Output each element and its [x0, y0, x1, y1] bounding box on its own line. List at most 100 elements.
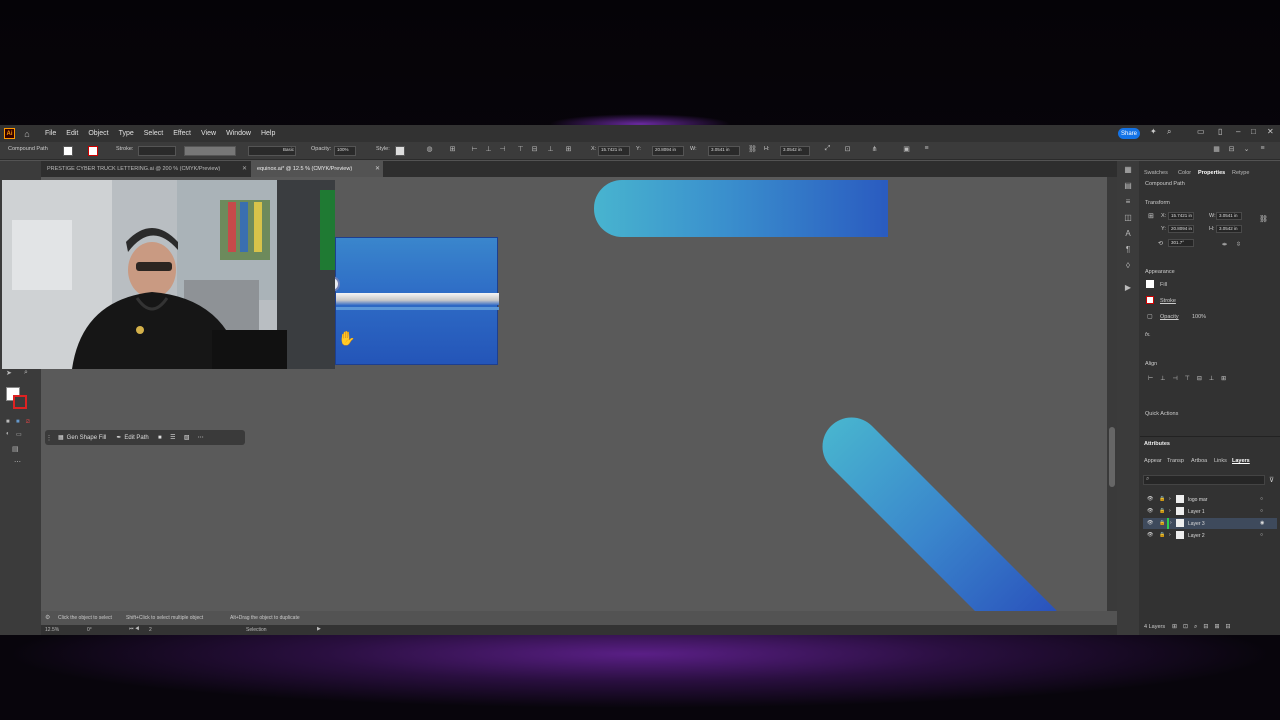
- tab-artboards[interactable]: Artboa: [1191, 458, 1207, 464]
- chevron-down-icon[interactable]: ⌄: [1242, 145, 1251, 154]
- visibility-eye-icon[interactable]: 👁: [1147, 532, 1153, 538]
- w-field[interactable]: 3.0541 in: [708, 146, 740, 156]
- actions-icon[interactable]: ▶: [1123, 283, 1133, 293]
- flip-horizontal-icon[interactable]: ⇹: [1222, 241, 1227, 248]
- close-icon[interactable]: ✕: [1267, 127, 1274, 136]
- layer-row[interactable]: 👁 🔒 › Layer 2 ○: [1143, 530, 1277, 541]
- tab-layers[interactable]: Layers: [1232, 458, 1250, 464]
- layer-name[interactable]: Layer 2: [1188, 533, 1205, 539]
- selection-tool-icon[interactable]: ➤: [6, 369, 12, 377]
- stroke-swatch[interactable]: [88, 146, 98, 156]
- visibility-eye-icon[interactable]: 👁: [1147, 496, 1153, 502]
- draw-mode-icon[interactable]: ◐: [6, 431, 10, 437]
- reference-point-icon[interactable]: ⊞: [1148, 212, 1154, 220]
- more-options-icon[interactable]: ⋯: [194, 434, 208, 441]
- menu-view[interactable]: View: [196, 130, 221, 137]
- vertical-scrollbar[interactable]: [1107, 177, 1117, 611]
- transform-icon[interactable]: ⤢: [823, 145, 832, 154]
- lock-icon[interactable]: 🔒: [1159, 496, 1165, 502]
- chevron-right-icon[interactable]: ›: [1169, 508, 1171, 514]
- zoom-tool-icon[interactable]: ⌕: [24, 369, 28, 377]
- menu-type[interactable]: Type: [114, 130, 139, 137]
- align-top-icon[interactable]: ⊤: [516, 145, 525, 154]
- layer-name[interactable]: logo mar: [1188, 497, 1207, 503]
- link-icon[interactable]: ⛓: [1259, 215, 1268, 223]
- artboard-number[interactable]: 2: [149, 627, 152, 633]
- y-field[interactable]: 20.8094 in: [652, 146, 684, 156]
- search-icon[interactable]: ⌕: [1167, 127, 1171, 137]
- align-bottom-icon[interactable]: ⊥: [546, 145, 555, 154]
- target-icon[interactable]: ◉: [1260, 520, 1264, 526]
- tab-prestige-cyber-truck[interactable]: PRESTIGE CYBER TRUCK LETTERING.ai @ 200 …: [41, 161, 241, 177]
- stroke-label[interactable]: Stroke: [1160, 298, 1176, 304]
- isolate-icon[interactable]: ⊡: [843, 145, 852, 154]
- control-menu-icon[interactable]: ≡: [922, 145, 931, 154]
- tab-transparency[interactable]: Transp: [1167, 458, 1184, 464]
- image-trace-icon[interactable]: ▣: [902, 145, 911, 154]
- visibility-eye-icon[interactable]: 👁: [1147, 520, 1153, 526]
- constrain-link-icon[interactable]: ⛓: [748, 145, 757, 154]
- arrange-icon[interactable]: ▭: [1197, 127, 1205, 136]
- target-icon[interactable]: ○: [1260, 496, 1263, 502]
- fill-swatch-icon[interactable]: ■: [154, 435, 166, 441]
- align-right-icon[interactable]: ⊣: [498, 145, 507, 154]
- brushes-icon[interactable]: ≡: [1123, 197, 1133, 207]
- share-button[interactable]: Share: [1118, 128, 1140, 139]
- target-icon[interactable]: ○: [1260, 508, 1263, 514]
- gradient-mode-icon[interactable]: ■: [16, 419, 20, 425]
- gradient-stripe-top[interactable]: [594, 180, 888, 237]
- h-field[interactable]: 3.0542 in: [1216, 225, 1242, 233]
- lock-icon[interactable]: 🔒: [1159, 520, 1165, 526]
- w-field[interactable]: 3.0541 in: [1216, 212, 1242, 220]
- gradient-panel[interactable]: ✋: [324, 237, 499, 365]
- tab-appearance[interactable]: Appear: [1144, 458, 1162, 464]
- close-tab-icon[interactable]: ✕: [242, 165, 247, 172]
- rotate-field[interactable]: 301.7°: [1168, 239, 1194, 247]
- more-tools-icon[interactable]: ⋯: [14, 458, 21, 466]
- align-center-icon[interactable]: ⊥: [484, 145, 493, 154]
- visibility-eye-icon[interactable]: 👁: [1147, 508, 1153, 514]
- lightbulb-icon[interactable]: ✦: [1150, 127, 1157, 136]
- opacity-label[interactable]: Opacity: [1160, 314, 1179, 320]
- arrange-docs-icon[interactable]: ⊟: [1227, 145, 1236, 154]
- maximize-icon[interactable]: □: [1251, 127, 1256, 136]
- flip-vertical-icon[interactable]: ⇳: [1236, 241, 1241, 248]
- drag-handle-icon[interactable]: ⋮: [45, 434, 53, 442]
- menu-select[interactable]: Select: [139, 130, 168, 137]
- workspace-icon[interactable]: ▦: [1212, 145, 1221, 154]
- character-icon[interactable]: A: [1123, 229, 1133, 239]
- forward-icon[interactable]: ▶: [317, 626, 321, 632]
- layer-row[interactable]: 👁 🔒 › Layer 3 ◉: [1143, 518, 1277, 529]
- tab-links[interactable]: Links: [1214, 458, 1227, 464]
- layer-row[interactable]: 👁 🔒 › logo mar ○: [1143, 494, 1277, 505]
- variable-width-dropdown[interactable]: [184, 146, 236, 156]
- chevron-right-icon[interactable]: ›: [1169, 532, 1171, 538]
- none-mode-icon[interactable]: ⧄: [26, 419, 30, 426]
- x-field[interactable]: 15.7421 in: [598, 146, 630, 156]
- align-middle-icon[interactable]: ⊟: [530, 145, 539, 154]
- menu-object[interactable]: Object: [83, 130, 113, 137]
- y-field[interactable]: 20.8094 in: [1168, 225, 1194, 233]
- align-to-icon[interactable]: ⊞: [448, 145, 457, 154]
- panel-menu-icon[interactable]: ≡: [1258, 145, 1267, 154]
- layer-name[interactable]: Layer 1: [1188, 509, 1205, 515]
- menu-edit[interactable]: Edit: [61, 130, 83, 137]
- home-icon[interactable]: ⌂: [20, 129, 34, 139]
- align-icon[interactable]: ☰: [166, 434, 180, 441]
- stroke-swatch[interactable]: [1146, 296, 1154, 304]
- opacity-value[interactable]: 100%: [1192, 314, 1206, 320]
- edit-path-button[interactable]: ✒ Edit Path: [111, 434, 153, 442]
- fx-label[interactable]: fx.: [1145, 332, 1151, 338]
- menu-window[interactable]: Window: [221, 130, 256, 137]
- layer-name[interactable]: Layer 3: [1188, 521, 1205, 527]
- tab-properties[interactable]: Properties: [1198, 170, 1225, 176]
- graphic-style-swatch[interactable]: [395, 146, 405, 156]
- opacity-field[interactable]: 100%: [334, 146, 356, 156]
- menu-file[interactable]: File: [40, 130, 61, 137]
- menu-effect[interactable]: Effect: [168, 130, 196, 137]
- chevron-right-icon[interactable]: ›: [1170, 520, 1172, 526]
- layer-actions-icon[interactable]: ⊞⊡⌕⊟⊞⊟: [1172, 623, 1237, 631]
- chevron-right-icon[interactable]: ›: [1169, 496, 1171, 502]
- fill-swatch[interactable]: [1146, 280, 1154, 288]
- x-field[interactable]: 15.7421 in: [1168, 212, 1194, 220]
